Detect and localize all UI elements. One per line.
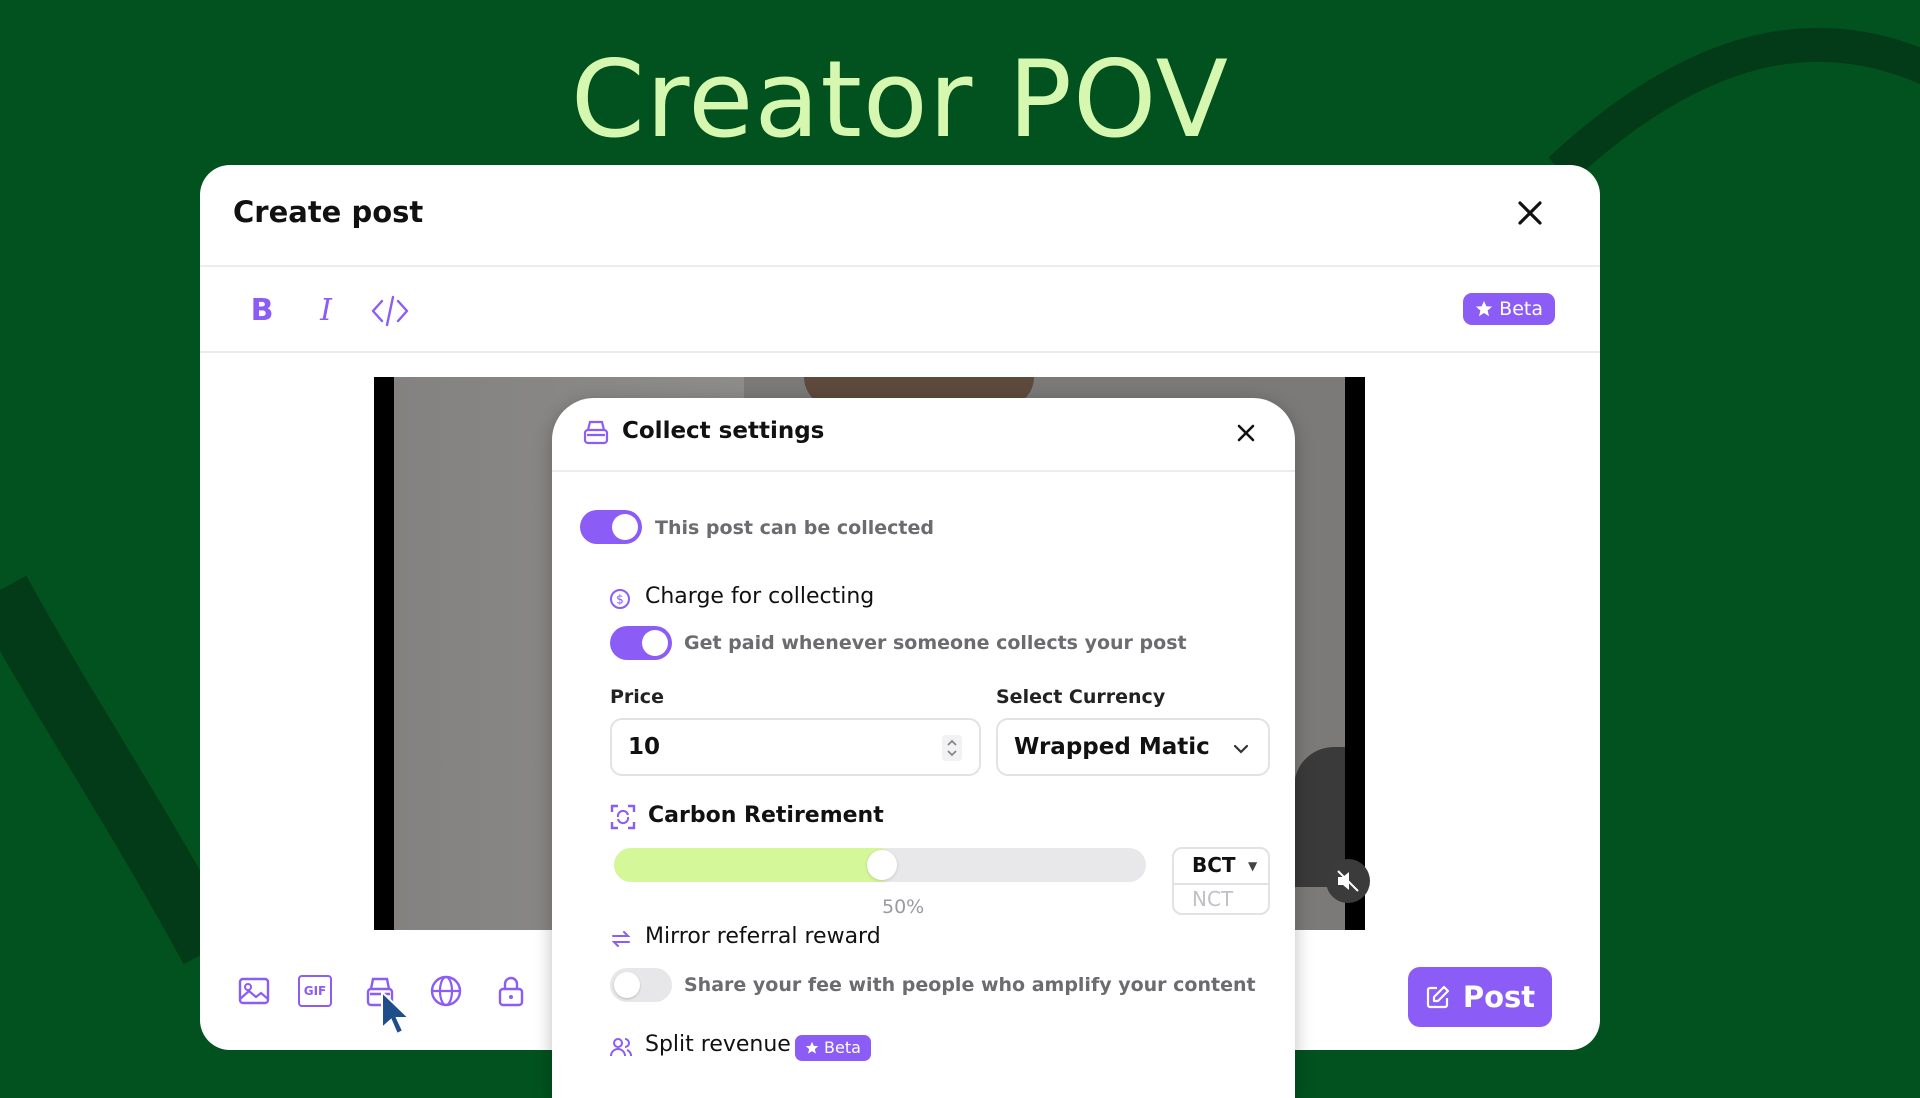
- chevron-down-icon: [1233, 744, 1249, 754]
- speaker-muted-icon: [1337, 870, 1359, 892]
- mirror-toggle[interactable]: [610, 968, 672, 1002]
- split-title: Split revenue: [645, 1032, 791, 1057]
- modal-header: Collect settings: [552, 398, 1295, 472]
- post-button[interactable]: Post: [1408, 967, 1552, 1027]
- lock-icon[interactable]: [493, 973, 529, 1009]
- beta-label: Beta: [1499, 298, 1543, 320]
- carbon-slider[interactable]: [614, 848, 1146, 882]
- video-letterbox-right: [1345, 377, 1365, 930]
- collect-settings-modal: Collect settings This post can be collec…: [552, 398, 1295, 1098]
- modal-title: Collect settings: [622, 418, 825, 444]
- dollar-icon: $: [610, 589, 630, 609]
- carbon-title: Carbon Retirement: [648, 803, 884, 828]
- currency-value: Wrapped Matic: [1014, 734, 1210, 760]
- close-icon[interactable]: [1231, 418, 1261, 448]
- carbon-percent: 50%: [882, 896, 925, 918]
- swap-arrows-icon: [611, 931, 631, 947]
- collectable-toggle[interactable]: [580, 510, 642, 544]
- token-select[interactable]: BCT ▼ NCT: [1172, 847, 1270, 915]
- charge-toggle[interactable]: [610, 626, 672, 660]
- edit-icon: [1426, 985, 1449, 1009]
- gif-icon[interactable]: GIF: [298, 975, 332, 1007]
- italic-button[interactable]: I: [306, 291, 346, 331]
- video-letterbox-left: [374, 377, 394, 930]
- mirror-toggle-label: Share your fee with people who amplify y…: [684, 974, 1256, 996]
- mouse-pointer-icon: [381, 990, 412, 1036]
- charge-toggle-label: Get paid whenever someone collects your …: [684, 632, 1187, 654]
- dialog-header: Create post: [200, 165, 1600, 267]
- token-option[interactable]: NCT: [1192, 887, 1233, 911]
- token-selected[interactable]: BCT: [1192, 853, 1236, 877]
- post-button-label: Post: [1462, 980, 1536, 1014]
- carbon-slider-fill: [614, 848, 895, 882]
- svg-text:$: $: [616, 593, 624, 607]
- carbon-slider-knob[interactable]: [867, 850, 897, 880]
- caret-down-icon: ▼: [1248, 859, 1258, 873]
- star-icon: [805, 1041, 819, 1054]
- image-icon[interactable]: [236, 973, 272, 1009]
- dialog-title: Create post: [233, 195, 424, 229]
- split-beta-badge: Beta: [795, 1035, 871, 1061]
- close-icon[interactable]: [1510, 193, 1550, 233]
- users-icon: [610, 1038, 632, 1057]
- price-label: Price: [610, 686, 664, 708]
- slide-title: Creator POV: [570, 38, 1230, 161]
- price-input[interactable]: 10: [610, 718, 981, 776]
- mirror-title: Mirror referral reward: [645, 924, 881, 949]
- bold-button[interactable]: B: [242, 291, 282, 331]
- beta-label: Beta: [824, 1038, 861, 1057]
- collect-icon: [583, 420, 609, 445]
- collectable-label: This post can be collected: [655, 517, 934, 539]
- beta-badge: Beta: [1463, 293, 1555, 325]
- code-icon[interactable]: [370, 291, 410, 331]
- star-icon: [1476, 300, 1493, 317]
- mute-button[interactable]: [1326, 859, 1370, 903]
- token-divider: [1174, 883, 1268, 885]
- stepper-icon[interactable]: [941, 734, 963, 762]
- carbon-icon: [610, 804, 636, 830]
- currency-select[interactable]: Wrapped Matic: [996, 718, 1270, 776]
- charge-title: Charge for collecting: [645, 584, 875, 609]
- globe-icon[interactable]: [428, 973, 464, 1009]
- format-toolbar: B I Beta: [200, 265, 1600, 353]
- currency-label: Select Currency: [996, 686, 1166, 708]
- price-value: 10: [628, 734, 661, 760]
